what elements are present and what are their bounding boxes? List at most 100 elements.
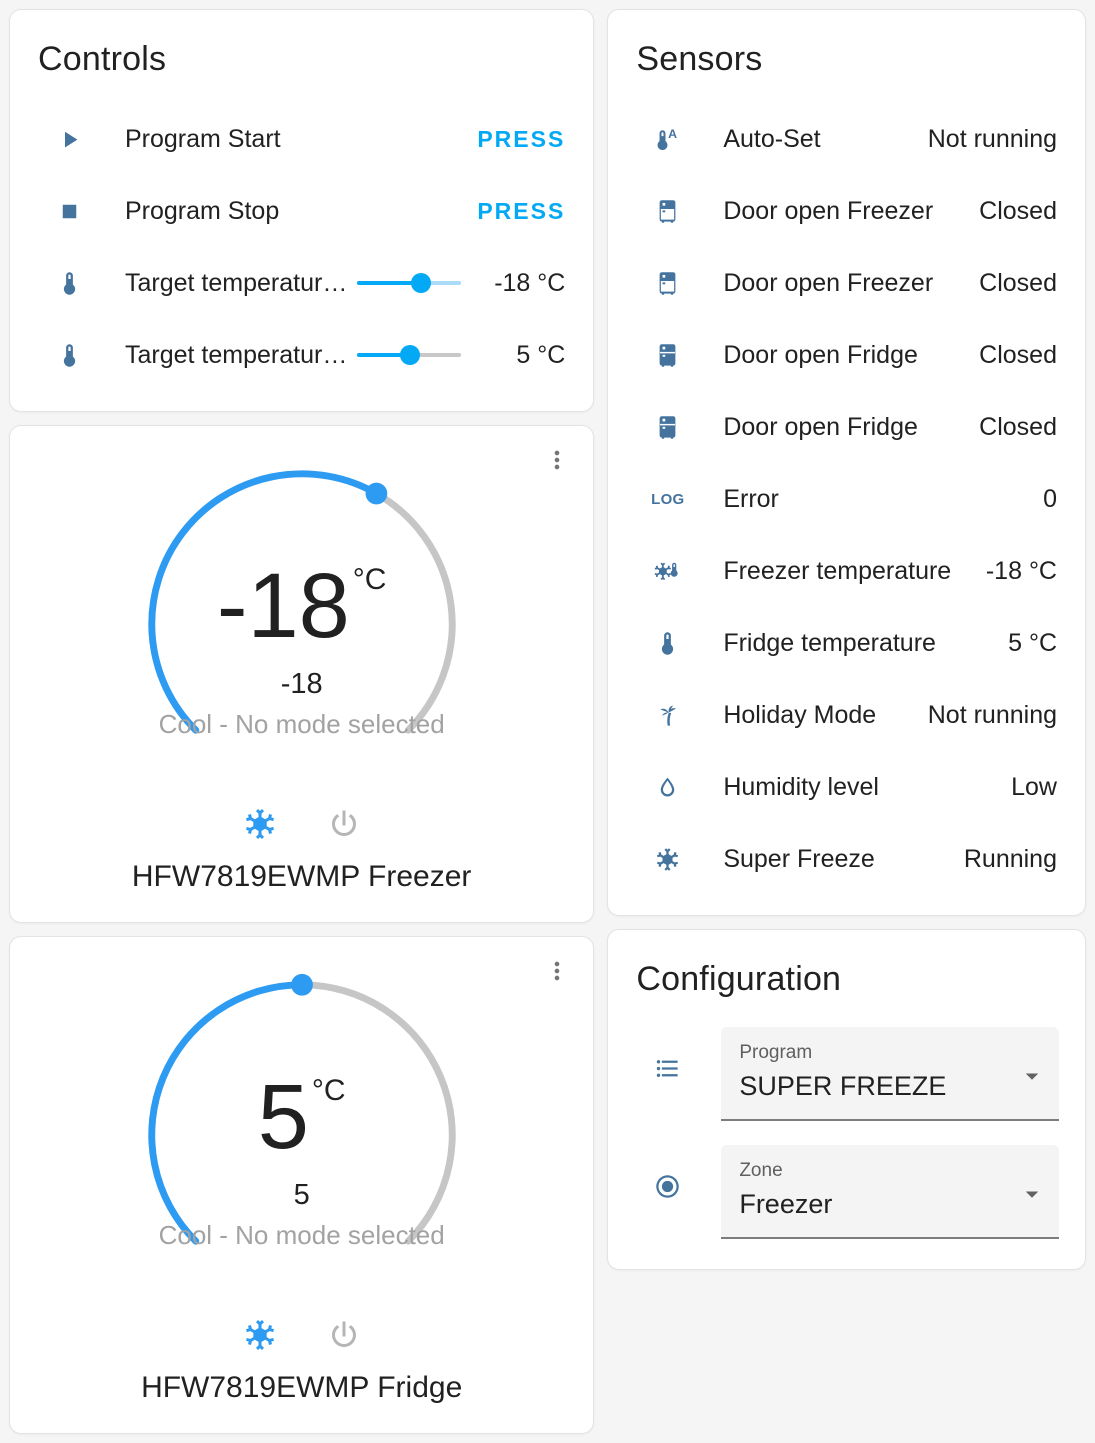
- entity-name: Door open Fridge: [723, 340, 918, 369]
- sensor-row-door-fridge-2[interactable]: Door open Fridge Closed: [608, 391, 1085, 463]
- control-row-program-start[interactable]: Program Start PRESS: [10, 103, 593, 175]
- configuration-rows: Program SUPER FREEZE Zone Freezer: [608, 1023, 1085, 1269]
- sensor-row-auto-set[interactable]: A Auto-Set Not running: [608, 103, 1085, 175]
- log-icon: LOG: [651, 490, 685, 508]
- select-label: Program: [739, 1042, 813, 1063]
- fridge-freezer-icon: [654, 198, 681, 225]
- menu-icon[interactable]: [543, 957, 571, 985]
- temperature-unit: °C: [311, 1074, 346, 1107]
- sensor-row-freezer-temperature[interactable]: Freezer temperature -18 °C: [608, 535, 1085, 607]
- current-temperature: -18 °C: [216, 555, 387, 657]
- zone-select[interactable]: Zone Freezer: [721, 1145, 1059, 1239]
- sensor-row-door-freezer-1[interactable]: Door open Freezer Closed: [608, 175, 1085, 247]
- entity-name: Humidity level: [723, 772, 879, 801]
- target-temperature: 5: [293, 1179, 310, 1211]
- stop-icon: [56, 198, 83, 225]
- thermostat-card-freezer: -18 °C -18 Cool - No mode selected HFW781…: [9, 425, 595, 923]
- sensor-row-door-fridge-1[interactable]: Door open Fridge Closed: [608, 319, 1085, 391]
- select-value: Freezer: [739, 1189, 833, 1219]
- entity-name: Holiday Mode: [723, 700, 877, 729]
- sensor-row-holiday-mode[interactable]: Holiday Mode Not running: [608, 679, 1085, 751]
- chevron-down-icon[interactable]: [1017, 1179, 1047, 1209]
- sensors-rows: A Auto-Set Not running Door open Freezer…: [608, 103, 1085, 915]
- entity-value: -18 °C: [985, 556, 1057, 585]
- entity-name: Freezer temperature: [723, 556, 952, 585]
- thermostat-name: HFW7819EWMP Freezer: [131, 860, 472, 893]
- sensor-row-super-freeze[interactable]: Super Freeze Running: [608, 823, 1085, 895]
- config-row-zone: Zone Freezer: [608, 1145, 1085, 1239]
- entity-value: Not running: [927, 124, 1057, 153]
- entity-name: Door open Freezer: [723, 196, 934, 225]
- sensor-row-fridge-temperature[interactable]: Fridge temperature 5 °C: [608, 607, 1085, 679]
- entity-value: Low: [1011, 772, 1057, 801]
- slider-handle[interactable]: [400, 345, 421, 365]
- radiobox-marked-icon: [654, 1173, 681, 1200]
- chevron-down-icon[interactable]: [1017, 1061, 1047, 1091]
- thermometer-auto-icon: A: [654, 126, 681, 153]
- right-column: Sensors A Auto-Set Not running Door open…: [607, 9, 1086, 1434]
- control-row-target-temp-fridge[interactable]: Target temperatur… 5 °C: [10, 319, 593, 391]
- configuration-card-title: Configuration: [636, 960, 842, 998]
- entity-value: Closed: [979, 268, 1057, 297]
- entity-name: Auto-Set: [723, 124, 821, 153]
- thermometer-icon: [654, 630, 681, 657]
- control-row-program-stop[interactable]: Program Stop PRESS: [10, 175, 593, 247]
- list-icon: [654, 1055, 681, 1082]
- sensor-row-error[interactable]: LOG Error 0: [608, 463, 1085, 535]
- slider-handle[interactable]: [410, 273, 431, 293]
- hvac-modes: [242, 806, 362, 842]
- entity-name: Program Stop: [125, 196, 280, 225]
- entity-value: Closed: [979, 412, 1057, 441]
- control-row-target-temp-freezer[interactable]: Target temperatur… -18 °C: [10, 247, 593, 319]
- configuration-card: Configuration Program SUPER FREEZE Zone …: [607, 929, 1086, 1270]
- thermometer-icon: [56, 270, 83, 297]
- program-select[interactable]: Program SUPER FREEZE: [721, 1027, 1059, 1121]
- temperature-slider[interactable]: [357, 272, 462, 294]
- entity-name: Program Start: [125, 124, 281, 153]
- temperature-slider[interactable]: [357, 344, 462, 366]
- controls-card-title: Controls: [38, 40, 167, 78]
- thermometer-icon: [56, 342, 83, 369]
- temperature-unit: °C: [352, 563, 387, 596]
- entity-name: Door open Fridge: [723, 412, 918, 441]
- power-icon[interactable]: [326, 806, 362, 842]
- select-label: Zone: [739, 1160, 783, 1181]
- sensor-row-humidity-level[interactable]: Humidity level Low: [608, 751, 1085, 823]
- entity-name: Error: [723, 484, 779, 513]
- palm-tree-icon: [654, 702, 681, 729]
- hvac-status: Cool - No mode selected: [158, 1220, 445, 1250]
- entity-name: Target temperatur…: [125, 340, 348, 369]
- entity-name: Super Freeze: [723, 844, 875, 873]
- entity-value: Closed: [979, 340, 1057, 369]
- thermostat-card-fridge: 5 °C 5 Cool - No mode selected HFW7819EWM…: [9, 936, 595, 1434]
- thermostat-dial[interactable]: 5 °C 5 Cool - No mode selected: [134, 967, 470, 1303]
- current-temperature: 5 °C: [257, 1066, 346, 1168]
- fridge-icon: [654, 342, 681, 369]
- snowflake-icon: [654, 846, 681, 873]
- fridge-icon: [654, 414, 681, 441]
- svg-text:A: A: [668, 126, 677, 140]
- thermostat-name: HFW7819EWMP Fridge: [141, 1371, 463, 1404]
- hvac-modes: [242, 1317, 362, 1353]
- config-row-program: Program SUPER FREEZE: [608, 1027, 1085, 1121]
- sensor-row-door-freezer-2[interactable]: Door open Freezer Closed: [608, 247, 1085, 319]
- entity-value: 5 °C: [1008, 628, 1057, 657]
- menu-icon[interactable]: [543, 446, 571, 474]
- snowflake-icon[interactable]: [242, 806, 278, 842]
- sensors-card: Sensors A Auto-Set Not running Door open…: [607, 9, 1086, 916]
- target-temperature: -18: [280, 668, 323, 700]
- entity-name: Target temperatur…: [125, 268, 348, 297]
- dial-readout: 5 °C 5 Cool - No mode selected: [134, 967, 470, 1303]
- controls-card: Controls Program Start PRESS Program Sto…: [9, 9, 595, 412]
- entity-value: 5 °C: [516, 340, 566, 369]
- power-icon[interactable]: [326, 1317, 362, 1353]
- dial-readout: -18 °C -18 Cool - No mode selected: [134, 456, 470, 792]
- fridge-freezer-icon: [654, 270, 681, 297]
- entity-value: Closed: [979, 196, 1057, 225]
- select-value: SUPER FREEZE: [739, 1071, 947, 1101]
- press-button[interactable]: PRESS: [477, 198, 565, 225]
- play-icon: [56, 126, 83, 153]
- press-button[interactable]: PRESS: [477, 126, 565, 153]
- thermostat-dial[interactable]: -18 °C -18 Cool - No mode selected: [134, 456, 470, 792]
- snowflake-icon[interactable]: [242, 1317, 278, 1353]
